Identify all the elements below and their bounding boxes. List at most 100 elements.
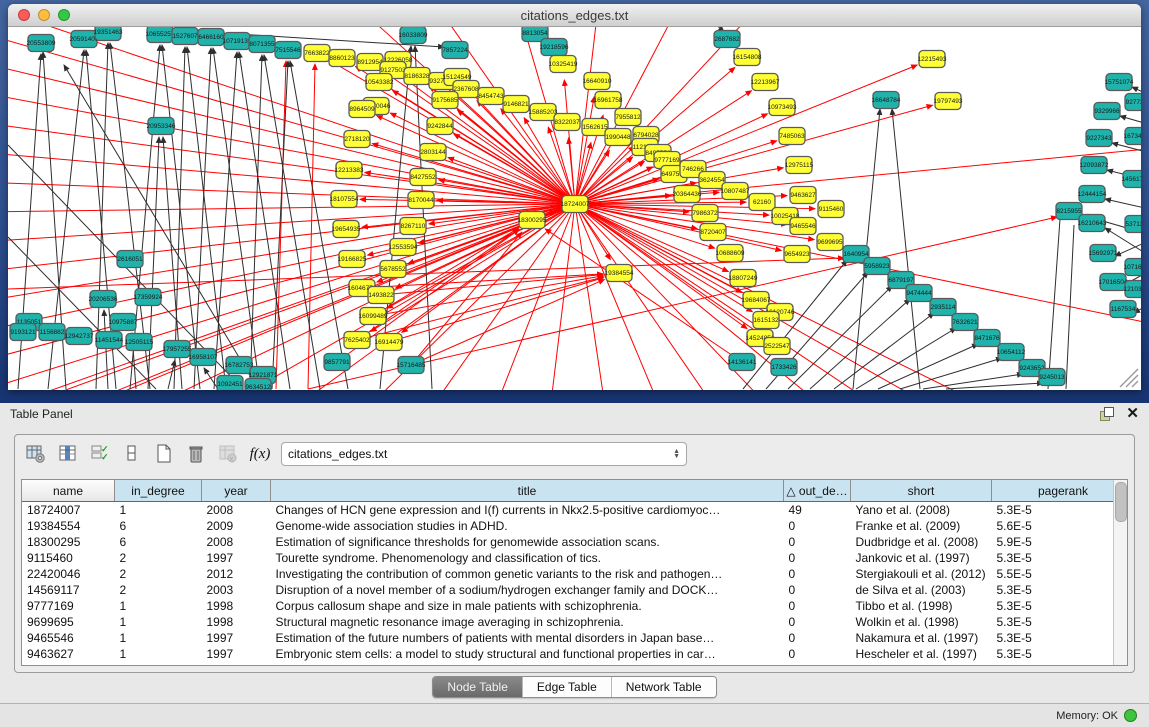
column-visibility-icon[interactable] — [57, 443, 79, 465]
table-scrollbar[interactable] — [1113, 480, 1127, 665]
tab-node-table[interactable]: Node Table — [433, 677, 523, 697]
table-cell[interactable]: 5.5E-5 — [992, 566, 1129, 582]
graph-node[interactable]: 10973493 — [768, 99, 797, 116]
graph-node[interactable]: 1615132 — [753, 312, 779, 329]
table-cell[interactable]: 0 — [784, 550, 851, 566]
graph-node[interactable]: 17359924 — [134, 289, 163, 306]
graph-node[interactable]: 8267110 — [400, 218, 426, 235]
column-header-short[interactable]: short — [851, 480, 992, 502]
graph-node[interactable]: 3624554 — [699, 172, 725, 189]
graph-node[interactable]: 10975887 — [109, 314, 138, 331]
table-cell[interactable]: Estimation of significance thresholds fo… — [271, 534, 784, 550]
graph-node[interactable]: 16914479 — [375, 334, 404, 351]
graph-node[interactable]: 8720407 — [700, 224, 726, 241]
graph-node[interactable]: 18724007 — [561, 196, 590, 213]
graph-node[interactable]: 8912954 — [357, 54, 383, 71]
graph-node[interactable]: 10543382 — [365, 74, 394, 91]
graph-node[interactable]: 8322037 — [554, 114, 580, 131]
table-cell[interactable]: 5.3E-5 — [992, 582, 1129, 598]
graph-node[interactable]: 16640910 — [583, 73, 612, 90]
graph-node[interactable]: 7663822 — [304, 45, 330, 62]
table-cell[interactable]: 5.3E-5 — [992, 630, 1129, 646]
graph-node[interactable]: 18300295 — [518, 212, 547, 229]
cell-split-icon[interactable] — [121, 443, 143, 465]
table-cell[interactable]: 2 — [115, 582, 202, 598]
table-cell[interactable]: 19384554 — [22, 518, 115, 534]
table-row[interactable]: 977716911998Corpus callosum shape and si… — [22, 598, 1128, 614]
table-row[interactable]: 1830029562008Estimation of significance … — [22, 534, 1128, 550]
table-cell[interactable]: 18724007 — [22, 502, 115, 519]
column-header-year[interactable]: year — [202, 480, 271, 502]
table-cell[interactable]: 1997 — [202, 630, 271, 646]
graph-node[interactable]: 9242844 — [427, 118, 453, 135]
graph-node[interactable]: 14561722 — [1122, 171, 1141, 188]
graph-node[interactable]: 1493822 — [368, 287, 394, 304]
table-cell[interactable]: 5.9E-5 — [992, 534, 1129, 550]
graph-node[interactable]: 14136141 — [728, 354, 757, 371]
table-cell[interactable]: 0 — [784, 582, 851, 598]
table-cell[interactable]: Investigating the contribution of common… — [271, 566, 784, 582]
graph-node[interactable]: 15692971 — [1089, 245, 1118, 262]
graph-node[interactable]: 2718120 — [344, 131, 370, 148]
table-row[interactable]: 1938455462009Genome-wide association stu… — [22, 518, 1128, 534]
graph-node[interactable]: 16099489 — [359, 308, 388, 325]
graph-node[interactable]: 12942737 — [65, 328, 94, 345]
table-cell[interactable]: 6 — [115, 518, 202, 534]
table-row[interactable]: 1456911722003Disruption of a novel membe… — [22, 582, 1128, 598]
table-cell[interactable]: 5.3E-5 — [992, 550, 1129, 566]
graph-node[interactable]: 7986372 — [692, 205, 718, 222]
graph-node[interactable]: 15716485 — [397, 357, 426, 374]
table-cell[interactable]: 1 — [115, 598, 202, 614]
table-cell[interactable]: Changes of HCN gene expression and I(f) … — [271, 502, 784, 519]
graph-node[interactable]: 15751074 — [1105, 74, 1134, 91]
graph-node[interactable]: 9699695 — [817, 234, 843, 251]
graph-node[interactable]: 8964509 — [349, 101, 375, 118]
graph-node[interactable]: 17957255 — [163, 341, 192, 358]
table-row[interactable]: 911546021997Tourette syndrome. Phenomeno… — [22, 550, 1128, 566]
graph-node[interactable]: 9227343 — [1086, 130, 1112, 147]
graph-node[interactable]: 8170044 — [408, 192, 434, 209]
graph-node[interactable]: 20553809 — [27, 35, 56, 52]
table-cell[interactable]: Embryonic stem cells: a model to study s… — [271, 646, 784, 662]
table-cell[interactable]: 9115460 — [22, 550, 115, 566]
graph-node[interactable]: 10716534 — [1124, 259, 1141, 276]
graph-node[interactable]: 12975115 — [785, 157, 814, 174]
graph-node[interactable]: 7485063 — [779, 128, 805, 145]
table-select-dropdown[interactable]: citations_edges.txt ▲▼ — [281, 442, 687, 466]
table-row[interactable]: 1872400712008Changes of HCN gene express… — [22, 502, 1128, 519]
graph-node[interactable]: 2616051 — [117, 251, 143, 268]
table-cell[interactable]: 9699695 — [22, 614, 115, 630]
table-cell[interactable]: 0 — [784, 614, 851, 630]
table-cell[interactable]: Structural magnetic resonance image aver… — [271, 614, 784, 630]
table-cell[interactable]: Estimation of the future numbers of pati… — [271, 630, 784, 646]
table-cell[interactable]: 1997 — [202, 646, 271, 662]
graph-node[interactable]: 10807487 — [721, 183, 750, 200]
row-select-icon[interactable]: ✓✓ — [89, 443, 111, 465]
table-cell[interactable]: 1998 — [202, 598, 271, 614]
table-cell[interactable]: 0 — [784, 598, 851, 614]
graph-node[interactable]: 16033809 — [399, 27, 428, 44]
table-cell[interactable]: 9463627 — [22, 646, 115, 662]
table-cell[interactable]: 1997 — [202, 550, 271, 566]
graph-node[interactable]: 19166825 — [338, 251, 367, 268]
function-builder-icon[interactable]: f(x) — [249, 443, 271, 465]
table-cell[interactable]: Wolkin et al. (1998) — [851, 614, 992, 630]
graph-node[interactable]: 7955812 — [615, 109, 641, 126]
window-resize-grip[interactable] — [1126, 375, 1138, 387]
graph-node[interactable]: 10654112 — [997, 344, 1026, 361]
graph-node[interactable]: 8186328 — [404, 68, 430, 85]
graph-node[interactable]: 1990448 — [605, 129, 631, 146]
table-cell[interactable]: 2009 — [202, 518, 271, 534]
graph-node[interactable]: 12505115 — [125, 334, 154, 351]
graph-node[interactable]: 10325419 — [549, 56, 578, 73]
table-cell[interactable]: 1 — [115, 614, 202, 630]
table-cell[interactable]: 5.3E-5 — [992, 614, 1129, 630]
graph-node[interactable]: 9175685 — [432, 92, 458, 109]
graph-node[interactable]: 1167534 — [1110, 301, 1136, 318]
graph-node[interactable]: 5958923 — [864, 258, 890, 275]
table-cell[interactable]: 9465546 — [22, 630, 115, 646]
graph-node[interactable]: 5678552 — [380, 261, 406, 278]
graph-node[interactable]: 18807249 — [729, 270, 758, 287]
table-cell[interactable]: 9777169 — [22, 598, 115, 614]
table-cell[interactable]: Franke et al. (2009) — [851, 518, 992, 534]
